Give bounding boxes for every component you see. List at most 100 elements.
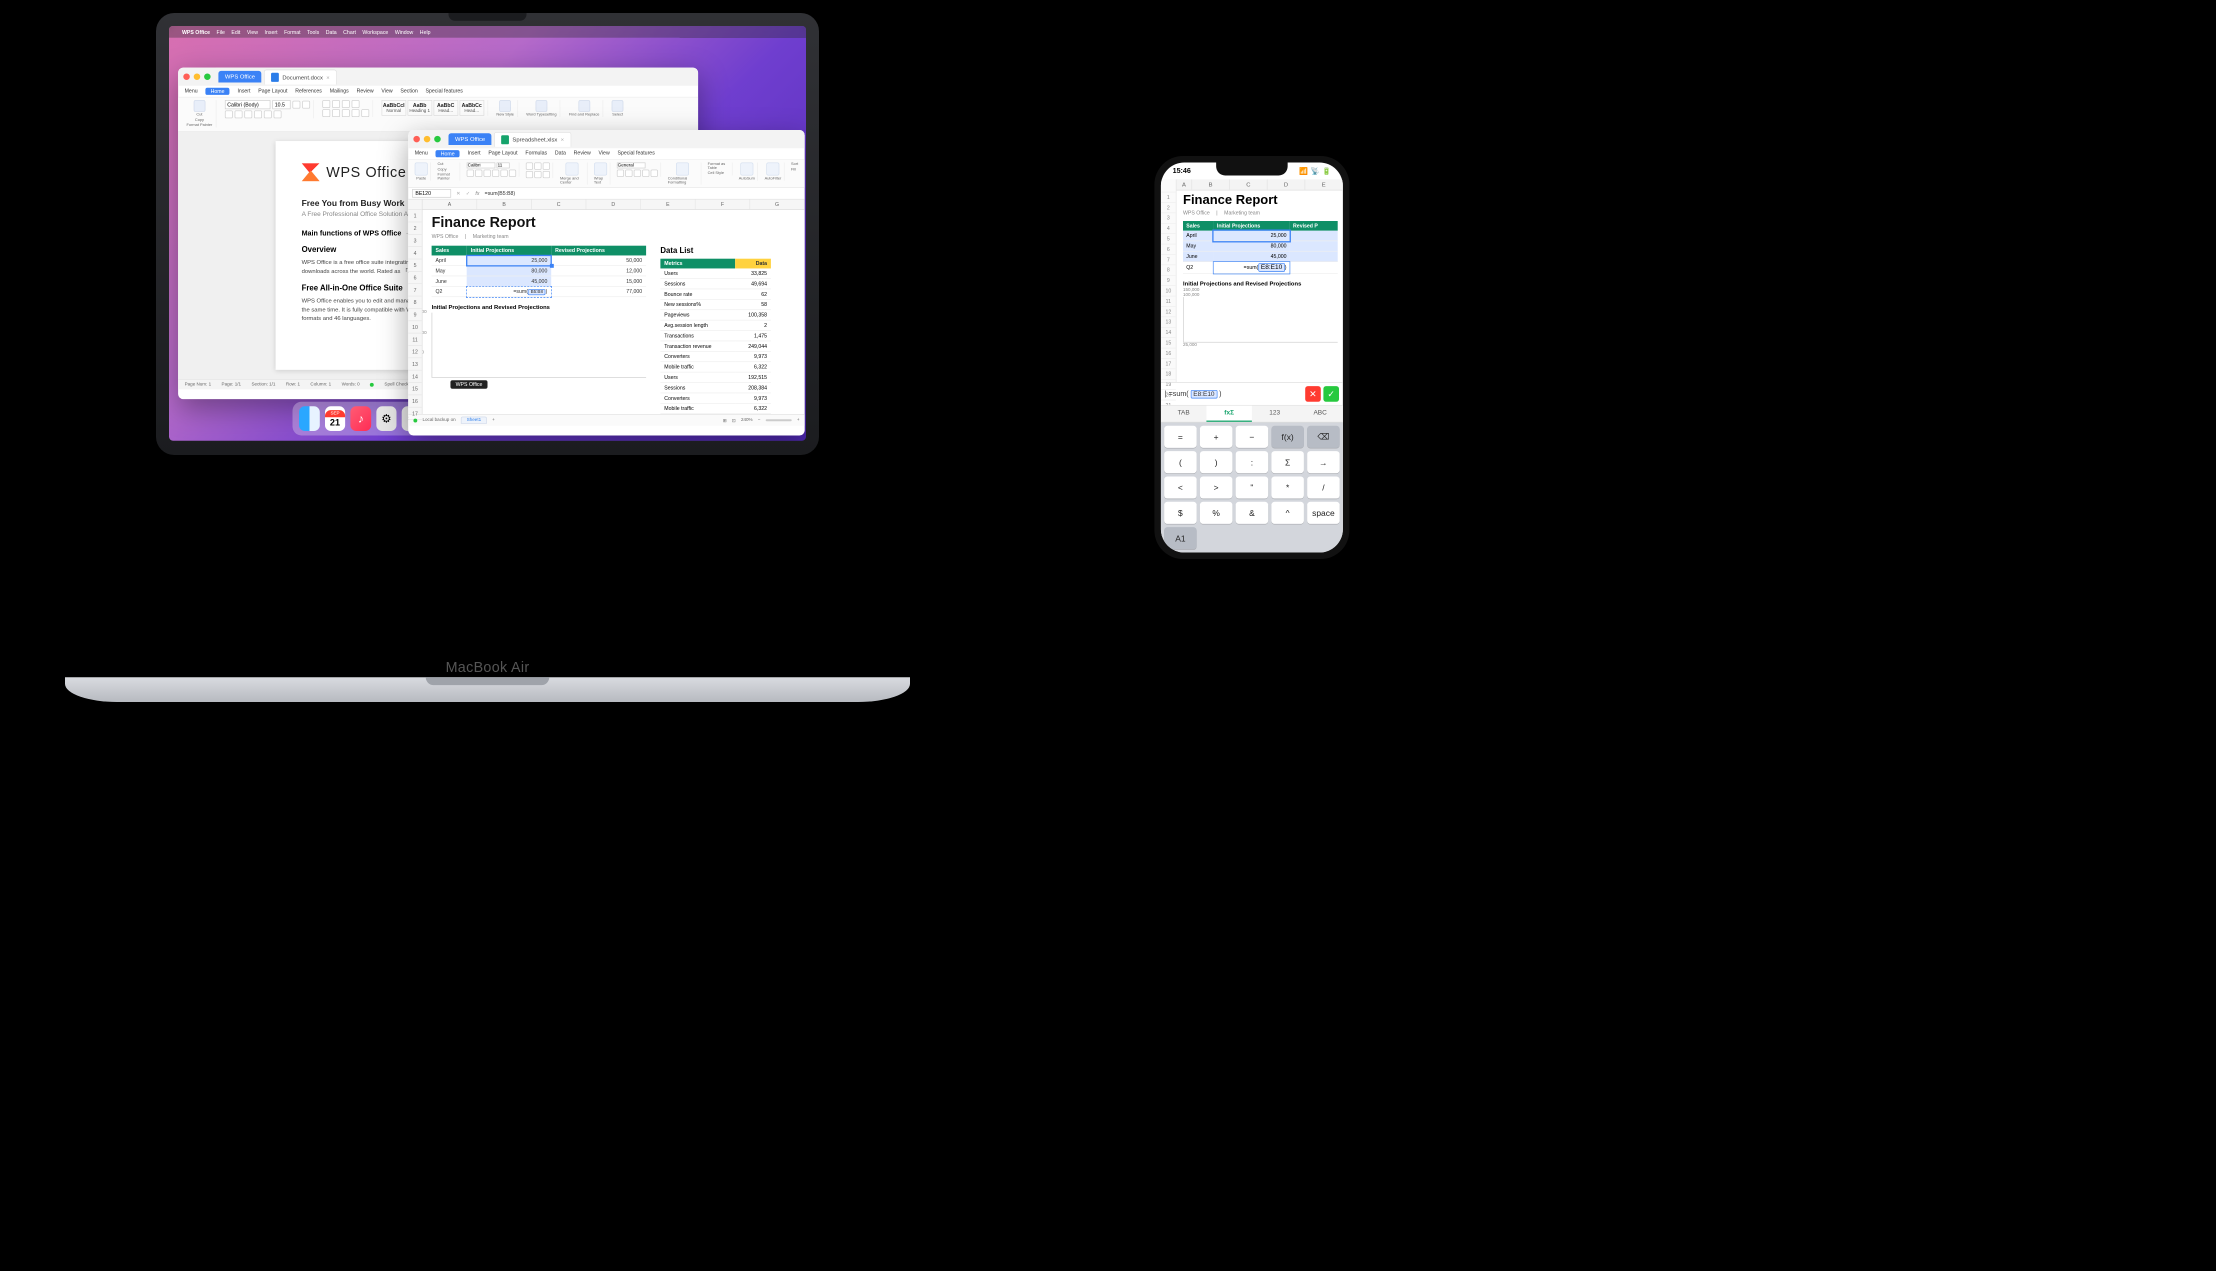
add-sheet-icon[interactable]: + xyxy=(492,418,495,423)
cond-fmt-icon[interactable] xyxy=(676,163,689,176)
menubar-insert[interactable]: Insert xyxy=(265,29,278,35)
key-=[interactable]: = xyxy=(1164,426,1197,448)
menubar-data[interactable]: Data xyxy=(326,29,337,35)
menu-insert[interactable]: Insert xyxy=(468,150,481,157)
merge-center-icon[interactable] xyxy=(566,163,579,176)
dock-music-icon[interactable]: ♪ xyxy=(350,406,371,431)
dock-settings-icon[interactable]: ⚙ xyxy=(376,406,397,431)
close-icon[interactable] xyxy=(413,136,420,143)
italic-icon[interactable] xyxy=(475,170,482,177)
menu-section[interactable]: Section xyxy=(400,88,417,95)
indent-inc-icon[interactable] xyxy=(351,100,359,108)
table-row[interactable]: New sessions%58 xyxy=(660,299,771,309)
status-backup[interactable]: Local backup on xyxy=(422,418,455,423)
key-−[interactable]: − xyxy=(1236,426,1269,448)
key-→[interactable]: → xyxy=(1307,451,1340,473)
dec-inc-icon[interactable] xyxy=(642,170,649,177)
cut-button[interactable]: Cut xyxy=(437,163,443,167)
menu-special[interactable]: Special features xyxy=(426,88,463,95)
menu-page-layout[interactable]: Page Layout xyxy=(488,150,517,157)
key-:[interactable]: : xyxy=(1236,451,1269,473)
sort-button[interactable]: Sort xyxy=(791,163,798,167)
format-painter-button[interactable]: Format Painter xyxy=(437,173,457,181)
key-*[interactable]: * xyxy=(1271,476,1304,498)
format-painter-button[interactable]: Format Painter xyxy=(187,123,213,127)
zoom-out-icon[interactable]: − xyxy=(758,418,761,423)
new-style-icon[interactable] xyxy=(499,100,511,112)
column-headers[interactable]: ABCDE xyxy=(1177,179,1343,190)
menu-formulas[interactable]: Formulas xyxy=(525,150,547,157)
table-row[interactable]: Users192,515 xyxy=(660,372,771,382)
format-table-button[interactable]: Format as Table xyxy=(708,163,729,171)
mobile-formula-bar[interactable]: |=sum( E8:E10 ) ✕ ✓ xyxy=(1161,382,1343,405)
menu-references[interactable]: References xyxy=(295,88,322,95)
zoom-level[interactable]: 240% xyxy=(741,418,753,423)
writer-menu-row[interactable]: Menu Home Insert Page Layout References … xyxy=(178,86,698,98)
autosum-icon[interactable] xyxy=(740,163,753,176)
kb-tab-abc[interactable]: ABC xyxy=(1297,406,1343,422)
table-row[interactable]: Transaction revenue249,044 xyxy=(660,341,771,351)
kb-tab-123[interactable]: 123 xyxy=(1252,406,1298,422)
projections-table[interactable]: SalesInitial ProjectionsRevised P April2… xyxy=(1183,221,1338,274)
dock-finder-icon[interactable] xyxy=(299,406,320,431)
menu-menu[interactable]: Menu xyxy=(185,88,198,95)
cancel-formula-icon[interactable]: ✕ xyxy=(456,190,460,196)
border-icon[interactable] xyxy=(492,170,499,177)
document-tab[interactable]: Document.docx × xyxy=(264,69,337,84)
key-"[interactable]: " xyxy=(1236,476,1269,498)
table-row[interactable]: Sessions49,694 xyxy=(660,279,771,289)
copy-button[interactable]: Copy xyxy=(195,118,204,122)
underline-icon[interactable] xyxy=(484,170,491,177)
menubar-format[interactable]: Format xyxy=(284,29,300,35)
data-list-table[interactable]: MetricsData Users33,825Sessions49,694Bou… xyxy=(660,259,771,414)
macos-menubar[interactable]: WPS Office File Edit View Insert Format … xyxy=(169,26,806,38)
menu-special[interactable]: Special features xyxy=(618,150,655,157)
wrap-text-icon[interactable] xyxy=(594,163,607,176)
projections-chart[interactable]: 150,000 100,000 50,000 WPS Office xyxy=(432,313,647,378)
menubar-file[interactable]: File xyxy=(217,29,225,35)
kb-tab-fx[interactable]: fxΣ xyxy=(1206,406,1252,422)
menu-insert[interactable]: Insert xyxy=(237,88,250,95)
table-row[interactable]: Mobile traffic6,322 xyxy=(660,362,771,372)
tab-close-icon[interactable]: × xyxy=(561,136,564,143)
fill-button[interactable]: Fill xyxy=(791,168,796,172)
find-replace-icon[interactable] xyxy=(578,100,590,112)
ribbon-find-replace[interactable]: Find and Replace xyxy=(566,100,604,117)
menubar-app[interactable]: WPS Office xyxy=(182,29,210,35)
shrink-font-icon[interactable] xyxy=(302,101,310,109)
align-center-icon[interactable] xyxy=(332,109,340,117)
typesetting-icon[interactable] xyxy=(536,100,548,112)
font-name-select[interactable] xyxy=(467,163,496,169)
iphone-screen[interactable]: 15:46 📶 📡 🔋 1234567891011121314151617181… xyxy=(1161,163,1343,553)
status-spell[interactable]: Spell Check xyxy=(384,382,408,387)
paste-icon[interactable] xyxy=(194,100,206,112)
align-right-icon[interactable] xyxy=(342,109,350,117)
key-([interactable]: ( xyxy=(1164,451,1197,473)
table-row[interactable]: Users33,825 xyxy=(660,268,771,278)
column-headers[interactable]: ABCDEFG xyxy=(422,200,804,210)
menu-menu[interactable]: Menu xyxy=(415,150,428,157)
app-home-tab[interactable]: WPS Office xyxy=(218,71,261,83)
menu-view[interactable]: View xyxy=(381,88,392,95)
percent-icon[interactable] xyxy=(625,170,632,177)
table-row[interactable]: Sessions208,384 xyxy=(660,383,771,393)
numbering-icon[interactable] xyxy=(332,100,340,108)
line-spacing-icon[interactable] xyxy=(361,109,369,117)
key-+[interactable]: + xyxy=(1200,426,1233,448)
ribbon-select[interactable]: Select xyxy=(609,100,627,117)
maximize-icon[interactable] xyxy=(204,73,211,80)
view-pagebreak-icon[interactable]: ⊡ xyxy=(732,418,736,423)
formula-keyboard[interactable]: =+−f(x)⌫():Σ→<>"*/$%&^spaceA1 xyxy=(1161,422,1343,552)
align-top-icon[interactable] xyxy=(526,163,533,170)
close-icon[interactable] xyxy=(183,73,190,80)
confirm-button[interactable]: ✓ xyxy=(1323,386,1339,402)
fill-color-icon[interactable] xyxy=(501,170,508,177)
projections-chart[interactable] xyxy=(1183,297,1338,343)
cancel-button[interactable]: ✕ xyxy=(1305,386,1321,402)
row-headers[interactable]: 1234567891011121314151617 xyxy=(408,200,422,415)
menu-data[interactable]: Data xyxy=(555,150,566,157)
menubar-help[interactable]: Help xyxy=(420,29,431,35)
spreadsheet-window[interactable]: WPS Office Spreadsheet.xlsx × Menu Home … xyxy=(408,130,804,435)
table-row[interactable]: Avg.session length2 xyxy=(660,320,771,330)
font-size-select[interactable] xyxy=(497,163,510,169)
